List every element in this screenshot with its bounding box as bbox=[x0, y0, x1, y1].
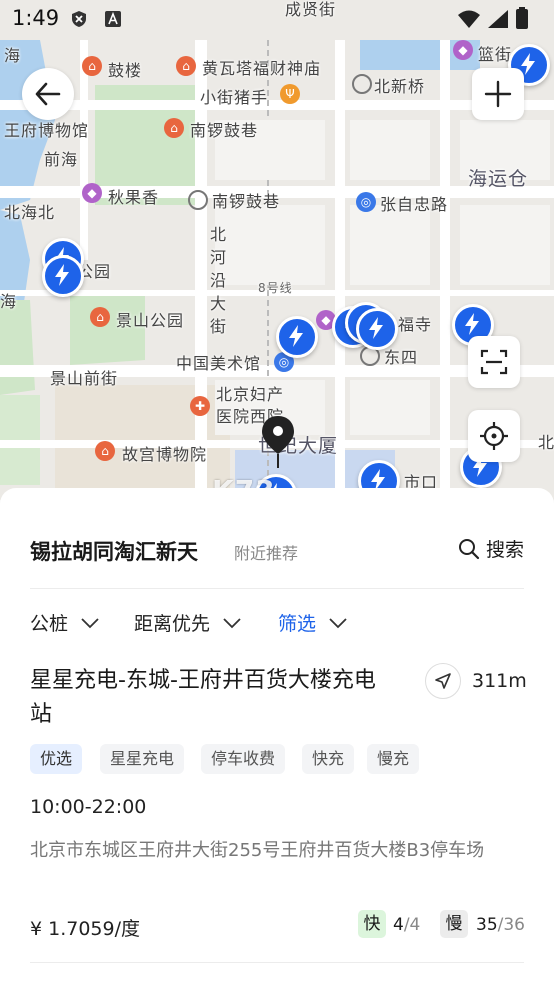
map-label-beihe: 北河沿大街 bbox=[210, 225, 228, 336]
temple-icon: ⌂ bbox=[164, 118, 184, 138]
back-button[interactable] bbox=[22, 68, 74, 120]
slow-charge-badge: 慢 bbox=[440, 910, 468, 938]
chevron-down-icon bbox=[81, 618, 99, 629]
station-name[interactable]: 星星充电-东城-王府井百货大楼充电站 bbox=[30, 664, 390, 732]
location-subtitle: 附近推荐 bbox=[234, 544, 299, 563]
location-title: 锡拉胡同淘汇新天 bbox=[30, 540, 198, 564]
fast-available: 4 bbox=[393, 915, 404, 935]
charger-marker[interactable] bbox=[42, 255, 84, 297]
filter-screen[interactable]: 筛选 bbox=[278, 609, 348, 636]
divider bbox=[30, 962, 524, 963]
filter-distance[interactable]: 距离优先 bbox=[134, 609, 242, 636]
tag-slow-charge: 慢充 bbox=[367, 744, 420, 774]
distance: 311m bbox=[472, 670, 527, 692]
station-sheet: 锡拉胡同淘汇新天 附近推荐 搜索 公桩 距离优先 筛选 星星充电-东城-王府井百… bbox=[0, 488, 554, 984]
divider bbox=[30, 588, 524, 589]
map-label-palace: 故宫博物院 bbox=[122, 445, 208, 464]
plus-icon bbox=[484, 80, 512, 108]
map-label-jingshan-front: 景山前街 bbox=[50, 369, 119, 388]
temple-icon: ⌂ bbox=[176, 56, 196, 76]
navigate-button[interactable] bbox=[425, 663, 461, 699]
map-label-line8: 8号线 bbox=[258, 281, 293, 295]
map-label-nanluo-top: 南锣鼓巷 bbox=[190, 121, 259, 140]
scan-button[interactable] bbox=[468, 336, 520, 388]
map-label-qianhai: 前海 bbox=[44, 150, 79, 169]
fast-charge-count: 4/4 bbox=[393, 915, 420, 935]
opening-hours: 10:00-22:00 bbox=[30, 796, 147, 818]
map-label-fusi: 福寺 bbox=[398, 315, 433, 334]
map-label-beihai-north: 北海北 bbox=[4, 203, 56, 222]
slow-available: 35 bbox=[476, 915, 498, 935]
map-label-dongsi: 东四 bbox=[384, 348, 419, 367]
map-label-hai-left: 海 bbox=[4, 46, 22, 65]
shield-icon bbox=[72, 11, 86, 27]
map-label-hai2: 海 bbox=[0, 292, 18, 311]
map-label-huangwa: 黄瓦塔福财神庙 bbox=[202, 59, 322, 78]
fast-charge-badge: 快 bbox=[358, 910, 386, 938]
metro-station-icon bbox=[352, 74, 372, 94]
map-label-haiyuncang: 海运仓 bbox=[468, 168, 529, 190]
crosshair-icon bbox=[480, 422, 508, 450]
shop-icon: ◆ bbox=[453, 40, 473, 60]
search-icon bbox=[458, 539, 480, 560]
chevron-down-icon bbox=[329, 618, 347, 629]
map-label-meishuguan: 中国美术馆 bbox=[176, 354, 262, 373]
arrow-left-icon bbox=[35, 82, 61, 106]
temple-icon: ⌂ bbox=[90, 307, 110, 327]
wifi-signal-battery-icon bbox=[458, 7, 528, 29]
fast-total: /4 bbox=[403, 915, 421, 935]
slow-total: /36 bbox=[497, 915, 525, 935]
metro-station-icon bbox=[188, 190, 208, 210]
tag-preferred: 优选 bbox=[30, 744, 83, 774]
shop-icon: ◆ bbox=[82, 183, 102, 203]
status-bar: 1:49 bbox=[0, 0, 554, 38]
scan-icon bbox=[480, 349, 508, 375]
map-label-beixinqiao: 北新桥 bbox=[374, 77, 426, 96]
map-label-wangfu-museum: 王府博物馆 bbox=[4, 121, 90, 140]
locate-button[interactable] bbox=[468, 410, 520, 462]
museum-icon: ⌂ bbox=[95, 441, 115, 461]
map-label-qiuguoxiang: 秋果香 bbox=[108, 188, 160, 207]
hospital-icon: ✚ bbox=[190, 396, 210, 416]
slow-charge-count: 35/36 bbox=[476, 915, 525, 935]
charger-marker[interactable] bbox=[276, 316, 318, 358]
a-icon bbox=[105, 11, 121, 27]
filter-public-pile[interactable]: 公桩 bbox=[30, 609, 100, 636]
filter-label: 公桩 bbox=[30, 613, 69, 635]
price: ¥ 1.7059/度 bbox=[30, 918, 141, 940]
metro-station-icon: ◎ bbox=[356, 192, 376, 212]
map-label-chengxian: 成贤街 bbox=[285, 0, 337, 19]
search-button[interactable]: 搜索 bbox=[458, 535, 524, 562]
charger-marker[interactable] bbox=[356, 308, 398, 350]
map-label-bei-right: 北 bbox=[538, 433, 554, 452]
map-label-zhangzizhong: 张自忠路 bbox=[380, 195, 449, 214]
temple-icon: ⌂ bbox=[82, 56, 102, 76]
map-label-xiaojie: 小街猪手 bbox=[200, 88, 269, 107]
status-time: 1:49 bbox=[12, 6, 60, 30]
restaurant-icon: Ψ bbox=[280, 84, 300, 104]
add-button[interactable] bbox=[472, 68, 524, 120]
map-label-gulou: 鼓楼 bbox=[108, 61, 143, 80]
chevron-down-icon bbox=[223, 618, 241, 629]
filter-label: 距离优先 bbox=[134, 613, 211, 635]
location-pin-icon bbox=[262, 416, 294, 468]
search-label: 搜索 bbox=[485, 539, 524, 561]
tag-operator: 星星充电 bbox=[100, 744, 185, 774]
tag-fast-charge: 快充 bbox=[302, 744, 355, 774]
station-address: 北京市东城区王府井大街255号王府井百货大楼B3停车场 bbox=[30, 840, 485, 861]
map-label-qianlou: 篮街 bbox=[478, 45, 513, 64]
map-label-nanluo-stn: 南锣鼓巷 bbox=[212, 192, 281, 211]
navigation-arrow-icon bbox=[435, 673, 451, 689]
tag-parking-fee: 停车收费 bbox=[201, 744, 286, 774]
filter-label: 筛选 bbox=[278, 613, 317, 635]
map-label-jingshan: 景山公园 bbox=[116, 311, 185, 330]
